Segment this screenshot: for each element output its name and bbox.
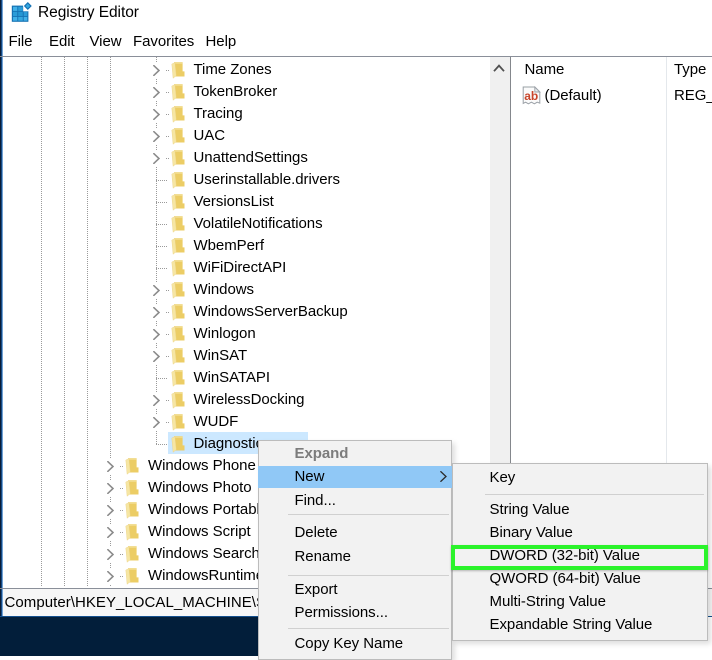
svg-text:ab: ab xyxy=(524,89,538,103)
